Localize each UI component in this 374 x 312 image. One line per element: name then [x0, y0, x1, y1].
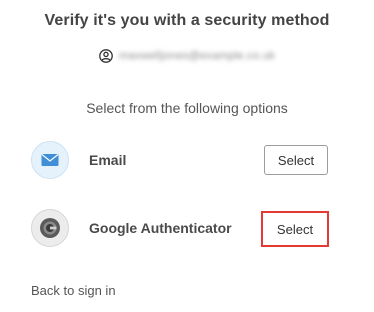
- envelope-icon: [31, 141, 69, 179]
- google-authenticator-icon: [31, 209, 69, 247]
- user-icon: [99, 49, 113, 63]
- verification-page: Verify it's you with a security method m…: [0, 0, 374, 312]
- back-to-sign-in-link[interactable]: Back to sign in: [31, 283, 116, 298]
- option-google-authenticator: Google Authenticator Select: [31, 209, 331, 249]
- option-email: Email Select: [31, 141, 331, 181]
- option-google-authenticator-label: Google Authenticator: [89, 220, 232, 236]
- select-google-authenticator-button[interactable]: Select: [267, 217, 323, 241]
- highlight-box: Select: [261, 211, 329, 247]
- option-email-label: Email: [89, 152, 127, 168]
- user-email: maxwelljones@example.co.uk: [119, 50, 275, 62]
- user-identity: maxwelljones@example.co.uk: [0, 49, 374, 63]
- select-email-button[interactable]: Select: [264, 145, 328, 175]
- instructions-text: Select from the following options: [86, 100, 288, 116]
- page-title: Verify it's you with a security method: [44, 12, 330, 29]
